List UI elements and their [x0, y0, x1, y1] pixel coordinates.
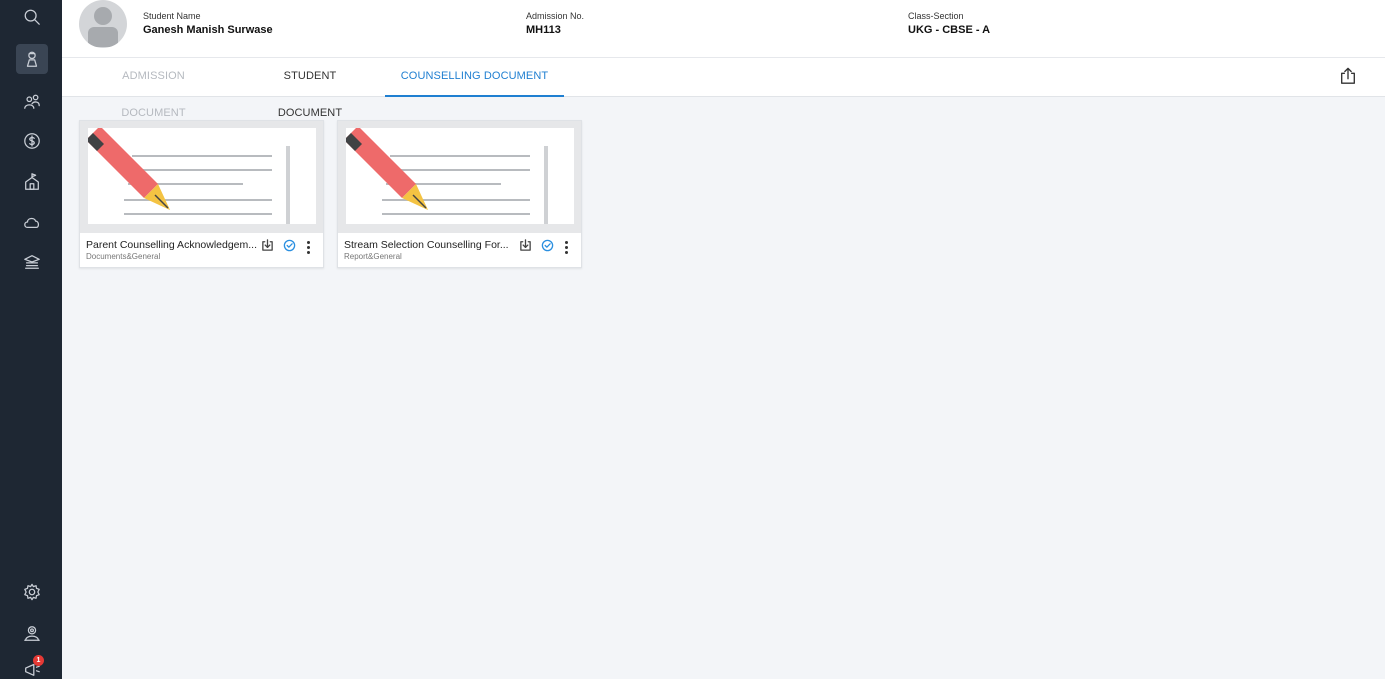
student-name-block: Student Name Ganesh Manish Surwase	[143, 11, 273, 37]
share-icon[interactable]	[1339, 67, 1359, 87]
document-tabs: ADMISSION DOCUMENT STUDENT DOCUMENT COUN…	[62, 58, 1385, 119]
class-section: UKG - CBSE - A	[908, 24, 991, 36]
fees-icon[interactable]	[16, 126, 48, 156]
document-thumbnail	[80, 121, 323, 233]
profile-icon[interactable]	[16, 618, 48, 648]
document-title: Stream Selection Counselling For...	[344, 239, 509, 251]
search-icon[interactable]	[16, 2, 48, 32]
tab-admission-document[interactable]: ADMISSION DOCUMENT	[90, 58, 217, 119]
notification-badge: 1	[33, 655, 44, 666]
more-options-icon[interactable]	[303, 241, 313, 257]
school-icon[interactable]	[16, 247, 48, 277]
tab-counselling-document[interactable]: COUNSELLING DOCUMENT	[385, 58, 564, 97]
users-icon[interactable]	[16, 87, 48, 117]
download-icon[interactable]	[259, 237, 275, 253]
verified-check-icon[interactable]	[539, 237, 555, 253]
class-block: Class-Section UKG - CBSE - A	[908, 11, 990, 37]
download-icon[interactable]	[517, 237, 533, 253]
more-options-icon[interactable]	[561, 241, 571, 257]
home-icon[interactable]	[16, 167, 48, 197]
verified-check-icon[interactable]	[281, 237, 297, 253]
student-header: Student Name Ganesh Manish Surwase Admis…	[62, 0, 1385, 58]
tab-student-document[interactable]: STUDENT DOCUMENT	[252, 58, 368, 119]
document-thumbnail	[338, 121, 581, 233]
admission-label: Admission No.	[526, 11, 585, 21]
class-section-label: Class-Section	[908, 11, 964, 21]
avatar	[79, 0, 127, 48]
admission-block: Admission No. MH113	[526, 11, 584, 37]
document-pen-illustration	[346, 128, 548, 224]
admission-number: MH113	[526, 24, 561, 36]
announcement-icon[interactable]: 1	[16, 654, 48, 679]
document-category: Report&General	[344, 252, 402, 261]
cloud-icon[interactable]	[16, 207, 48, 237]
document-card[interactable]: Parent Counselling Acknowledgem... Docum…	[79, 120, 324, 268]
sidebar: 1	[0, 0, 62, 679]
student-icon[interactable]	[16, 44, 48, 74]
settings-icon[interactable]	[16, 577, 48, 607]
document-title: Parent Counselling Acknowledgem...	[86, 239, 258, 251]
student-name: Ganesh Manish Surwase	[143, 24, 273, 36]
student-name-label: Student Name	[143, 11, 201, 21]
document-pen-illustration	[88, 128, 290, 224]
document-category: Documents&General	[86, 252, 161, 261]
document-card[interactable]: Stream Selection Counselling For... Repo…	[337, 120, 582, 268]
